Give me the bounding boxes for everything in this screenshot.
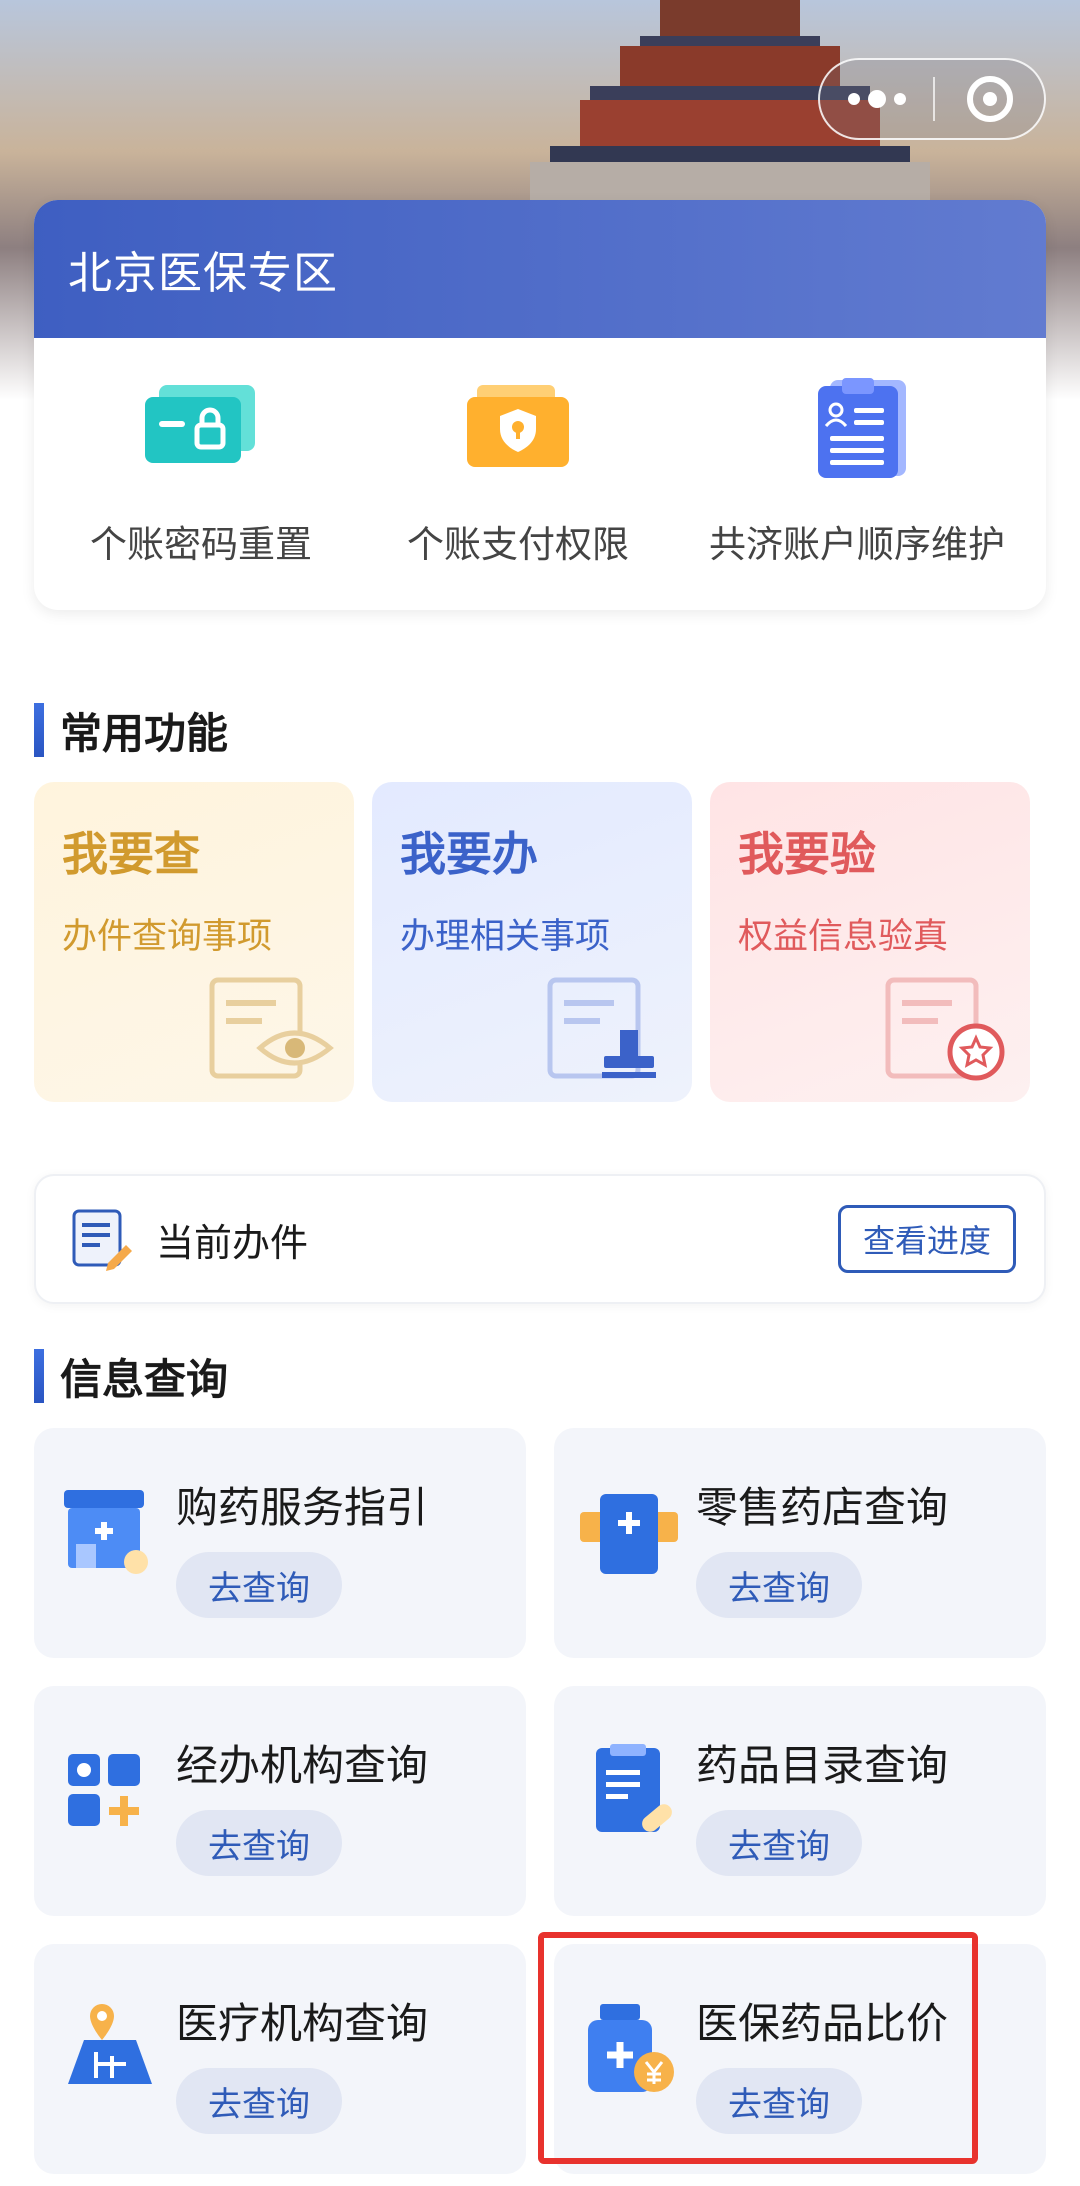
zone-item-password-reset[interactable]: 个账密码重置 xyxy=(34,338,368,610)
pharmacy-store-icon xyxy=(64,1490,148,1574)
function-card-title: 我要办 xyxy=(400,827,538,881)
section-title-text: 常用功能 xyxy=(60,708,229,758)
query-card-agency[interactable]: 经办机构查询 去查询 xyxy=(34,1686,526,1916)
query-card-label: 药品目录查询 xyxy=(696,1741,949,1790)
query-card-label: 经办机构查询 xyxy=(176,1741,429,1790)
go-query-button[interactable]: 去查询 xyxy=(176,1810,342,1876)
function-card-subtitle: 权益信息验真 xyxy=(738,917,949,957)
view-progress-button[interactable]: 查看进度 xyxy=(838,1205,1016,1273)
more-menu-icon[interactable] xyxy=(820,60,933,138)
section-title-bar xyxy=(34,1349,44,1403)
go-query-button[interactable]: 去查询 xyxy=(696,1552,862,1618)
section-title-text: 信息查询 xyxy=(60,1354,229,1404)
query-card-purchase-guide[interactable]: 购药服务指引 去查询 xyxy=(34,1428,526,1658)
section-title-info: 信息查询 xyxy=(34,1348,228,1404)
section-title-common: 常用功能 xyxy=(34,702,228,758)
map-pin-icon xyxy=(68,2004,152,2084)
query-card-label: 医疗机构查询 xyxy=(176,1999,429,2048)
query-card-retail-pharmacy[interactable]: 零售药店查询 去查询 xyxy=(554,1428,1046,1658)
query-card-drug-price-comparison[interactable]: 医保药品比价 去查询 xyxy=(554,1944,1046,2174)
medicine-price-icon xyxy=(588,2004,674,2092)
task-edit-icon xyxy=(72,1209,132,1271)
query-card-medical-institution[interactable]: 医疗机构查询 去查询 xyxy=(34,1944,526,2174)
zone-item-payment-permission[interactable]: 个账支付权限 xyxy=(368,338,668,610)
go-query-button[interactable]: 去查询 xyxy=(176,2068,342,2134)
function-card-subtitle: 办理相关事项 xyxy=(400,917,611,957)
zone-item-label: 个账支付权限 xyxy=(407,523,629,566)
zone-item-label: 个账密码重置 xyxy=(90,523,312,566)
current-task-bar: 当前办件 查看进度 xyxy=(34,1174,1046,1304)
document-eye-icon xyxy=(209,977,334,1079)
go-query-button[interactable]: 去查询 xyxy=(176,1552,342,1618)
query-card-label: 零售药店查询 xyxy=(696,1483,949,1532)
go-query-button[interactable]: 去查询 xyxy=(696,1810,862,1876)
clipboard-user-icon xyxy=(792,372,922,482)
function-card-title: 我要查 xyxy=(62,827,200,881)
zone-item-account-order[interactable]: 共济账户顺序维护 xyxy=(668,338,1046,610)
close-miniprogram-icon[interactable] xyxy=(935,60,1044,138)
zone-item-label: 共济账户顺序维护 xyxy=(709,523,1005,566)
beijing-zone-card: 北京医保专区 个账密码重置 个账支付权限 共济账户顺序维护 xyxy=(34,200,1046,610)
grid-plus-icon xyxy=(68,1754,140,1826)
function-card-subtitle: 办件查询事项 xyxy=(62,917,273,957)
query-card-label: 购药服务指引 xyxy=(176,1483,429,1532)
query-card-label: 医保药品比价 xyxy=(696,1999,949,2048)
function-card-verify[interactable]: 我要验 权益信息验真 xyxy=(710,782,1030,1102)
card-lock-icon xyxy=(136,372,266,482)
zone-title: 北京医保专区 xyxy=(34,200,1046,338)
wallet-shield-icon xyxy=(453,372,583,482)
document-star-icon xyxy=(885,977,1005,1081)
function-card-query[interactable]: 我要查 办件查询事项 xyxy=(34,782,354,1102)
medicine-box-icon xyxy=(580,1494,678,1574)
miniprogram-capsule xyxy=(818,58,1046,140)
document-pill-icon xyxy=(596,1744,672,1832)
section-title-bar xyxy=(34,703,44,757)
go-query-button[interactable]: 去查询 xyxy=(696,2068,862,2134)
document-stamp-icon xyxy=(547,977,656,1079)
query-card-drug-catalog[interactable]: 药品目录查询 去查询 xyxy=(554,1686,1046,1916)
current-task-label: 当前办件 xyxy=(156,1220,309,1265)
function-card-title: 我要验 xyxy=(738,827,876,881)
function-card-handle[interactable]: 我要办 办理相关事项 xyxy=(372,782,692,1102)
